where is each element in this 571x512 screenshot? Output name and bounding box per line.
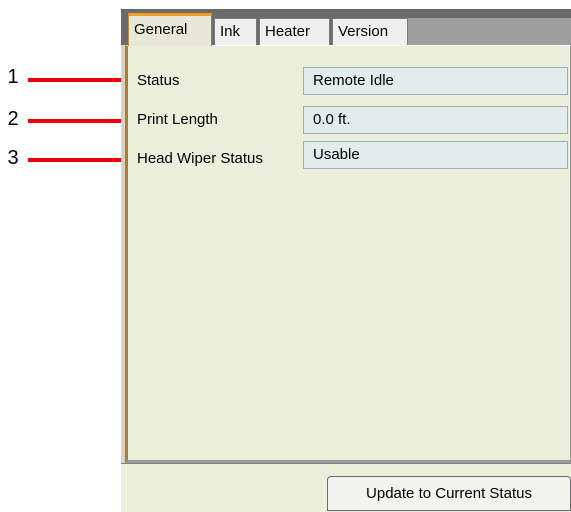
callout-line-1 [28, 78, 131, 82]
tab-strip-filler [408, 18, 571, 45]
head-wiper-status-value: Usable [303, 141, 568, 169]
callout-number-1: 1 [7, 66, 19, 88]
tab-general[interactable]: General [128, 13, 212, 46]
callout-line-3 [28, 158, 131, 162]
status-value: Remote Idle [303, 67, 568, 95]
callout-number-3: 3 [7, 147, 19, 169]
print-length-label: Print Length [137, 111, 218, 128]
status-label: Status [137, 72, 180, 89]
tab-heater[interactable]: Heater [259, 18, 330, 45]
print-length-value: 0.0 ft. [303, 106, 568, 134]
update-status-button[interactable]: Update to Current Status [327, 476, 571, 511]
head-wiper-status-label: Head Wiper Status [137, 150, 263, 167]
callout-line-2 [28, 119, 131, 123]
tab-version[interactable]: Version [332, 18, 408, 45]
callout-number-2: 2 [7, 108, 19, 130]
tab-ink[interactable]: Ink [214, 18, 257, 45]
